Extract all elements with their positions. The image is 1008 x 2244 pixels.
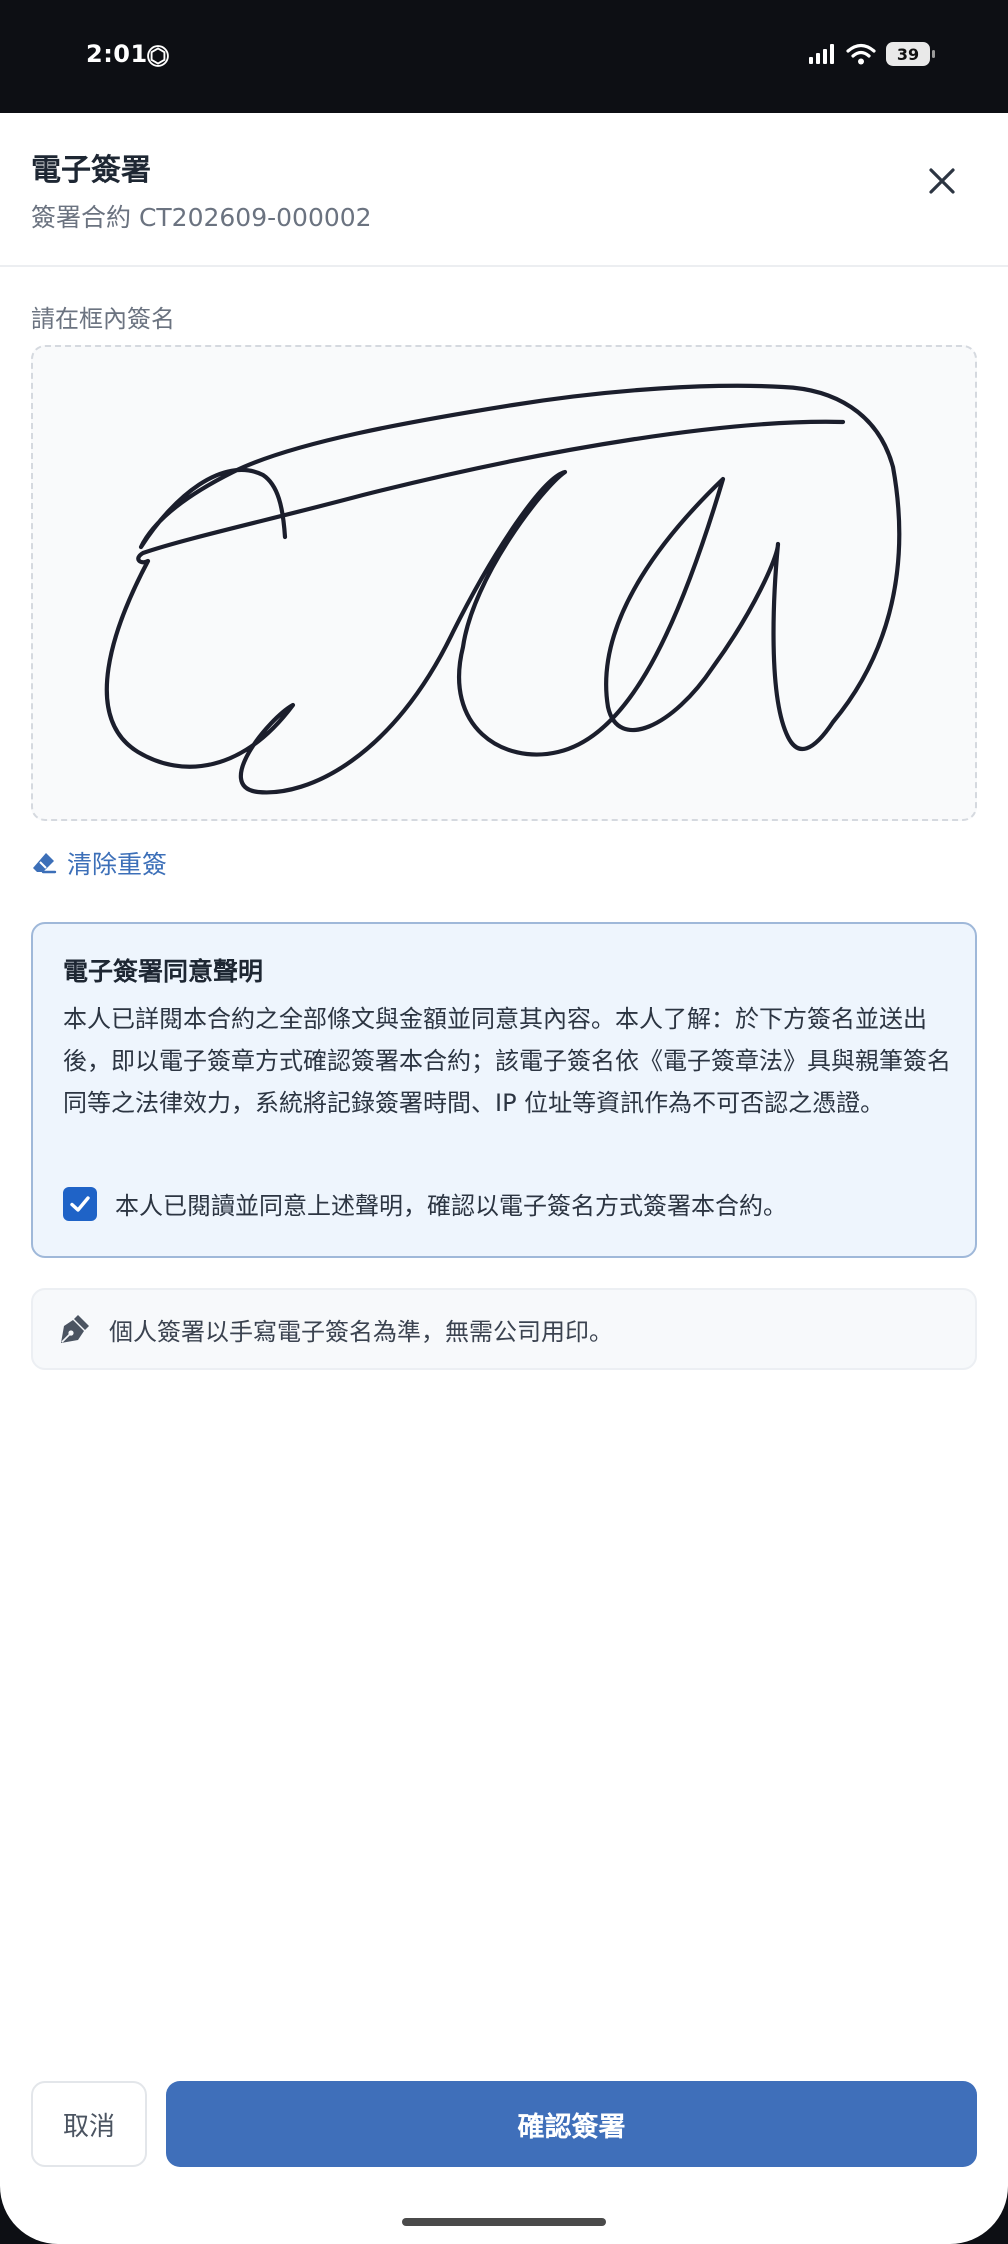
status-time: 2:01 xyxy=(86,40,148,68)
clear-signature-button[interactable]: 清除重簽 xyxy=(31,845,167,881)
eraser-icon xyxy=(33,853,57,874)
wifi-icon xyxy=(846,43,876,65)
clear-signature-label: 清除重簽 xyxy=(67,850,168,879)
contract-subtitle: 簽署合約 CT202609-000002 xyxy=(31,203,372,232)
close-button[interactable] xyxy=(916,155,968,207)
page-title: 電子簽署 xyxy=(31,153,151,188)
consent-title: 電子簽署同意聲明 xyxy=(63,957,264,986)
check-icon xyxy=(70,1195,90,1212)
consent-checkbox[interactable] xyxy=(63,1186,97,1221)
note-text: 個人簽署以手寫電子簽名為準，無需公司用印。 xyxy=(109,1317,613,1346)
consent-statement-box: 電子簽署同意聲明 本人已詳閱本合約之全部條文與金額並同意其內容。本人了解：於下方… xyxy=(31,922,977,1258)
note-icon-wrap xyxy=(55,1309,95,1349)
consent-agree-row[interactable]: 本人已閱讀並同意上述聲明，確認以電子簽名方式簽署本合約。 xyxy=(63,1186,787,1221)
status-bar: 2:01 39 xyxy=(0,0,1008,113)
signature-stroke xyxy=(104,383,902,795)
signal-icon xyxy=(809,44,834,64)
openai-logo-icon xyxy=(147,45,169,67)
signing-sheet: 電子簽署 簽署合約 CT202609-000002 請在框內簽名 清除重簽 電子… xyxy=(0,113,1008,2244)
consent-checkbox-label: 本人已閱讀並同意上述聲明，確認以電子簽名方式簽署本合約。 xyxy=(115,1192,787,1220)
pen-icon xyxy=(61,1315,89,1343)
signature-pad-label: 請在框內簽名 xyxy=(31,305,175,333)
battery-indicator: 39 xyxy=(886,42,935,66)
signature-pad[interactable] xyxy=(31,345,977,821)
home-indicator xyxy=(402,2218,606,2226)
consent-body: 本人已詳閱本合約之全部條文與金額並同意其內容。本人了解：於下方簽名並送出後，即以… xyxy=(63,1005,951,1117)
sheet-header: 電子簽署 簽署合約 CT202609-000002 xyxy=(0,113,1008,267)
battery-level: 39 xyxy=(896,44,920,64)
signing-note: 個人簽署以手寫電子簽名為準，無需公司用印。 xyxy=(31,1288,977,1370)
confirm-sign-button[interactable]: 確認簽署 xyxy=(166,2081,977,2167)
cancel-button[interactable]: 取消 xyxy=(31,2081,147,2167)
status-indicators: 39 xyxy=(808,42,935,66)
close-icon xyxy=(929,168,955,194)
